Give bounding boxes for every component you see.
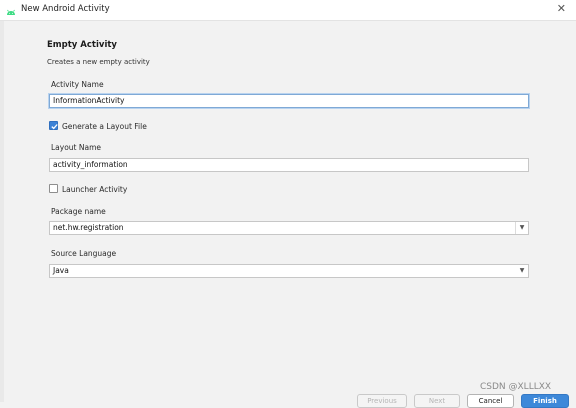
activity-name-value: InformationActivity: [53, 96, 125, 105]
activity-name-field[interactable]: InformationActivity: [49, 94, 529, 108]
source-language-select[interactable]: Java ▼: [49, 264, 529, 278]
next-button[interactable]: Next: [414, 394, 460, 408]
chevron-down-icon[interactable]: ▼: [515, 222, 528, 234]
watermark: CSDN @XLLLXX: [480, 382, 552, 392]
page-title: Empty Activity: [47, 40, 117, 50]
cancel-button[interactable]: Cancel: [467, 394, 514, 408]
page-description: Creates a new empty activity: [47, 58, 150, 66]
generate-layout-checkbox[interactable]: [49, 121, 58, 130]
layout-name-value: activity_information: [53, 160, 128, 169]
chevron-down-icon[interactable]: ▼: [516, 265, 528, 277]
generate-layout-label: Generate a Layout File: [62, 122, 147, 131]
title-bar: New Android Activity ✕: [0, 0, 576, 21]
window-title: New Android Activity: [21, 4, 110, 14]
package-name-label: Package name: [51, 207, 106, 216]
checkmark-icon: [51, 124, 58, 130]
previous-button[interactable]: Previous: [357, 394, 407, 408]
launcher-activity-checkbox[interactable]: [49, 184, 58, 193]
android-icon: [5, 4, 17, 16]
source-language-value: Java: [53, 266, 69, 275]
layout-name-label: Layout Name: [51, 143, 102, 152]
activity-name-label: Activity Name: [51, 80, 104, 89]
finish-button[interactable]: Finish: [521, 394, 569, 408]
source-language-label: Source Language: [51, 249, 117, 258]
close-icon[interactable]: ✕: [557, 2, 566, 15]
left-edge: [0, 21, 4, 402]
package-name-combobox[interactable]: net.hw.registration ▼: [49, 221, 529, 235]
layout-name-field[interactable]: activity_information: [49, 158, 529, 172]
package-name-value: net.hw.registration: [53, 223, 124, 232]
launcher-activity-label: Launcher Activity: [62, 185, 128, 194]
